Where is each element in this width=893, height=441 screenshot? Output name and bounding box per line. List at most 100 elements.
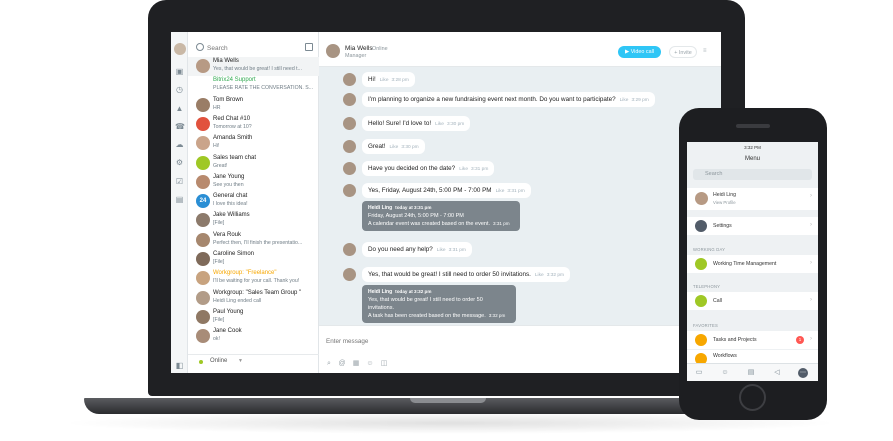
message-bubble[interactable]: Hi! Like 3:28 pm xyxy=(362,72,415,87)
phone-tab-bar: ▭ ☺ ▤ ◁ ⋯ xyxy=(687,363,818,381)
message-input[interactable] xyxy=(326,334,706,348)
chat-list-item[interactable]: Jane Young See you then xyxy=(188,173,319,192)
search-input[interactable] xyxy=(207,41,297,55)
chat-list-item[interactable]: 24 General chat I love this idea! xyxy=(188,192,319,211)
collapse-icon[interactable]: ◧ xyxy=(175,361,184,370)
composer: ⌕ @ ▦ ☺ ◫ xyxy=(319,325,721,373)
sender-avatar[interactable] xyxy=(343,93,356,106)
user-avatar[interactable] xyxy=(174,43,186,55)
tasks-label: Tasks and Projects xyxy=(713,337,757,343)
like-button[interactable]: Like xyxy=(535,273,544,278)
feed-icon[interactable]: ▤ xyxy=(746,368,756,378)
chat-list-item[interactable]: Red Chat #10 Tomorrow at 10? xyxy=(188,115,319,134)
chat-list-item[interactable]: Caroline Simon [File] xyxy=(188,250,319,269)
system-message[interactable]: Heidi Ling today at 3:31 pm Friday, August… xyxy=(362,201,520,231)
sender-avatar[interactable] xyxy=(343,243,356,256)
emoji-icon[interactable]: ☺ xyxy=(366,360,374,368)
message-bubble[interactable]: Have you decided on the date? Like 3:31 pm xyxy=(362,161,495,176)
chat-avatar xyxy=(196,78,210,92)
phone-screen: 3:32 PM Menu Search Heidi Ling View Prof… xyxy=(687,142,818,381)
more-menu-icon[interactable]: ⋯ xyxy=(798,368,808,378)
phone-tasks-row[interactable]: Tasks and Projects 1 › xyxy=(687,331,818,349)
like-button[interactable]: Like xyxy=(496,189,505,194)
message-bubble[interactable]: Hello! Sure! I'd love to! Like 3:30 pm xyxy=(362,116,471,131)
chat-list-item[interactable]: Jane Cook ok! xyxy=(188,327,319,346)
chat-list-item[interactable]: Tom Brown HR xyxy=(188,96,319,115)
chat-icon[interactable]: ▣ xyxy=(175,67,184,76)
sender-avatar[interactable] xyxy=(343,184,356,197)
phone-workflows-row[interactable]: Workflows xyxy=(687,350,818,365)
like-button[interactable]: Like xyxy=(437,248,446,253)
phone-profile-row[interactable]: Heidi Ling View Profile › xyxy=(687,188,818,210)
invite-button[interactable]: + Invite xyxy=(669,46,697,58)
attach-icon[interactable]: ⌕ xyxy=(325,360,333,368)
message-time: 3:30 pm xyxy=(446,122,465,127)
phone-working-time-row[interactable]: Working Time Management › xyxy=(687,255,818,273)
phone-home-button[interactable] xyxy=(739,384,766,411)
message-time: 3:32 pm xyxy=(546,273,565,278)
phone-settings-row[interactable]: Settings › xyxy=(687,217,818,235)
contact-name[interactable]: Mia Wells xyxy=(345,45,373,52)
task-icon[interactable]: ☑ xyxy=(175,177,184,186)
chat-list-item[interactable]: Sales team chat Great! xyxy=(188,154,319,173)
chat-name: Jane Young xyxy=(213,173,245,180)
settings-label: Settings xyxy=(713,223,732,229)
system-message[interactable]: Heidi Ling today at 3:32 pm Yes, that woul… xyxy=(362,285,516,323)
message-bubble[interactable]: I'm planning to organize a new fundraisi… xyxy=(362,92,655,107)
message-time: 3:31 pm xyxy=(448,248,466,253)
cloud-icon[interactable]: ☁ xyxy=(175,140,184,149)
sender-avatar[interactable] xyxy=(343,117,356,130)
more-icon[interactable]: ◫ xyxy=(380,360,388,368)
quote-time: today at 3:31 pm xyxy=(395,205,432,210)
smile-icon[interactable]: ☺ xyxy=(720,368,730,378)
chat-name: Jane Cook xyxy=(213,328,242,335)
chat-list-item[interactable]: Workgroup: "Sales Team Group " Heidi Ling… xyxy=(188,289,319,308)
chat-list-item[interactable]: Jake Williams [File] xyxy=(188,211,319,230)
chat-name: Bitrix24 Support xyxy=(213,77,256,84)
quote-header: Heidi Ling today at 3:32 pm xyxy=(368,288,510,296)
like-button[interactable]: Like xyxy=(380,78,389,83)
phone-call-row[interactable]: Call › xyxy=(687,292,818,310)
message-bubble[interactable]: Do you need any help? Like 3:31 pm xyxy=(362,242,472,257)
chat-list-item[interactable]: Amanda Smith Hi! xyxy=(188,134,319,153)
like-button[interactable]: Like xyxy=(435,122,444,127)
chat-icon[interactable]: ▭ xyxy=(694,368,704,378)
search-icon xyxy=(196,43,204,51)
bell-icon[interactable]: ▲ xyxy=(175,104,184,113)
message-bubble[interactable]: Yes, Friday, August 24th, 5:00 PM - 7:00… xyxy=(362,183,531,198)
like-button[interactable]: Like xyxy=(459,167,468,172)
menu-icon[interactable]: ≡ xyxy=(703,48,707,54)
message-time: 3:30 pm xyxy=(401,145,419,150)
phone-search-input[interactable]: Search xyxy=(693,169,812,180)
sender-avatar[interactable] xyxy=(343,162,356,175)
chat-snippet: Heidi Ling ended call xyxy=(213,297,262,304)
message-bubble[interactable]: Yes, that would be great! I still need t… xyxy=(362,267,571,282)
chat-list-item[interactable]: Bitrix24 Support PLEASE RATE THE CONVERSA… xyxy=(188,76,319,95)
phone-icon[interactable]: ☎ xyxy=(175,122,185,131)
document-icon[interactable]: ▤ xyxy=(175,195,184,204)
calendar-icon[interactable]: ▦ xyxy=(352,360,360,368)
message-bubble[interactable]: Great! Like 3:30 pm xyxy=(362,139,425,154)
like-button[interactable]: Like xyxy=(620,98,629,103)
chat-list-item[interactable]: Workgroup: "Freelance" I'll be waiting fo… xyxy=(188,269,319,288)
message-text: Have you decided on the date? xyxy=(368,165,456,172)
chat-list-item[interactable]: Paul Young [File] xyxy=(188,308,319,327)
profile-name: Heidi Ling xyxy=(713,192,737,198)
chat-list-item[interactable]: Mia Wells Yes, that would be great! I sti… xyxy=(188,57,319,76)
clock-icon[interactable]: ◷ xyxy=(175,85,184,94)
sender-avatar[interactable] xyxy=(343,73,356,86)
gear-icon[interactable]: ⚙ xyxy=(175,158,184,167)
quote-line: Yes, that would be great! I still need t… xyxy=(368,296,510,304)
status-selector[interactable]: Online ▼ xyxy=(188,354,319,368)
send-icon[interactable]: ◁ xyxy=(772,368,782,378)
sender-avatar[interactable] xyxy=(343,268,356,281)
compose-icon[interactable] xyxy=(305,43,313,51)
chat-snippet: [File] xyxy=(213,220,225,227)
section-telephony: TELEPHONY xyxy=(693,284,721,289)
video-call-button[interactable]: ▶ Video call xyxy=(618,46,661,58)
contact-avatar[interactable] xyxy=(326,44,340,58)
sender-avatar[interactable] xyxy=(343,140,356,153)
mention-icon[interactable]: @ xyxy=(338,360,346,368)
like-button[interactable]: Like xyxy=(390,145,399,150)
chat-list-item[interactable]: Vera Rouk Perfect then, I'll finish the p… xyxy=(188,231,319,250)
